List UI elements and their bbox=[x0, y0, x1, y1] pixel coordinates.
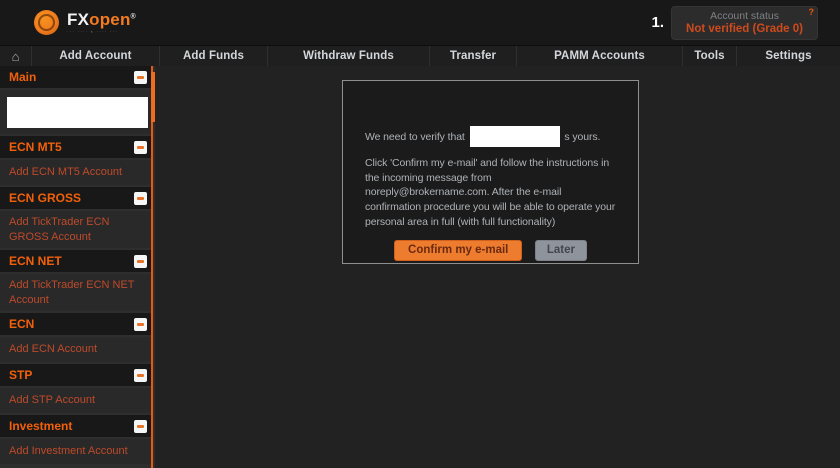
account-status-label: Account status bbox=[710, 9, 779, 22]
verify-instructions: Click 'Confirm my e-mail' and follow the… bbox=[365, 157, 616, 228]
later-button[interactable]: Later bbox=[534, 240, 587, 262]
fxopen-logo[interactable]: FXopen® ··· ···· ▪ ···· ··· bbox=[34, 10, 136, 35]
email-verification-dialog: We need to verify that s yours. Click 'C… bbox=[342, 80, 639, 264]
nav-withdraw-funds[interactable]: Withdraw Funds bbox=[268, 46, 430, 66]
collapse-minus-icon[interactable] bbox=[134, 419, 147, 433]
sidebar-item-add-ticktrader-ecn-gross[interactable]: Add TickTrader ECN GROSS Account bbox=[0, 211, 153, 248]
collapse-minus-icon[interactable] bbox=[134, 191, 147, 205]
nav-pamm-accounts[interactable]: PAMM Accounts bbox=[517, 46, 683, 66]
section-label: ECN bbox=[9, 317, 35, 331]
logo-tagline: ··· ···· ▪ ···· ··· bbox=[67, 29, 119, 34]
main-navbar: ⌂ Add Account Add Funds Withdraw Funds T… bbox=[0, 45, 840, 66]
sidebar-section-ecn[interactable]: ECN bbox=[0, 313, 153, 335]
sidebar-item-add-ecn[interactable]: Add ECN Account bbox=[0, 337, 153, 362]
section-label: Investment bbox=[9, 419, 73, 433]
confirm-email-button[interactable]: Confirm my e-mail bbox=[394, 240, 523, 262]
help-icon[interactable]: ? bbox=[809, 7, 815, 17]
verify-line: We need to verify that s yours. bbox=[365, 126, 616, 147]
sidebar-section-main[interactable]: Main bbox=[0, 66, 153, 88]
account-status-box[interactable]: Account status Not verified (Grade 0) ? bbox=[671, 5, 818, 40]
sidebar-section-ecn-mt5[interactable]: ECN MT5 bbox=[0, 136, 153, 158]
redacted-email bbox=[469, 126, 560, 147]
logo-text: FXopen® ··· ···· ▪ ···· ··· bbox=[67, 11, 136, 34]
nav-add-account[interactable]: Add Account bbox=[32, 46, 160, 66]
verify-line-before: We need to verify that bbox=[365, 131, 465, 143]
home-icon[interactable]: ⌂ bbox=[0, 46, 32, 66]
redacted-account-info bbox=[7, 96, 148, 128]
top-header: FXopen® ··· ···· ▪ ···· ··· 1. Account s… bbox=[0, 0, 840, 45]
nav-settings[interactable]: Settings bbox=[737, 46, 840, 66]
nav-transfer[interactable]: Transfer bbox=[430, 46, 517, 66]
fxopen-dragon-icon bbox=[34, 10, 59, 35]
sidebar-section-stp[interactable]: STP bbox=[0, 364, 153, 386]
nav-tools[interactable]: Tools bbox=[683, 46, 737, 66]
sidebar-item-add-ticktrader-ecn-net[interactable]: Add TickTrader ECN NET Account bbox=[0, 274, 153, 311]
sidebar-item-add-stp[interactable]: Add STP Account bbox=[0, 388, 153, 413]
collapse-minus-icon[interactable] bbox=[134, 254, 147, 268]
verify-line-after: s yours. bbox=[564, 131, 601, 143]
sidebar-item-redacted[interactable] bbox=[0, 90, 153, 134]
section-label: ECN MT5 bbox=[9, 140, 62, 154]
sidebar-item-add-ecn-mt5[interactable]: Add ECN MT5 Account bbox=[0, 160, 153, 185]
logo-open: open bbox=[89, 10, 131, 29]
step-number: 1. bbox=[651, 14, 665, 31]
logo-fx: FX bbox=[67, 10, 90, 29]
sidebar-section-ecn-gross[interactable]: ECN GROSS bbox=[0, 187, 153, 209]
sidebar: Main ECN MT5 Add ECN MT5 Account ECN GRO… bbox=[0, 66, 163, 468]
collapse-minus-icon[interactable] bbox=[134, 317, 147, 331]
collapse-minus-icon[interactable] bbox=[134, 368, 147, 382]
account-status-value: Not verified (Grade 0) bbox=[686, 22, 803, 35]
sidebar-section-investment[interactable]: Investment bbox=[0, 415, 153, 437]
collapse-minus-icon[interactable] bbox=[134, 140, 147, 154]
dialog-buttons: Confirm my e-mail Later bbox=[365, 240, 616, 262]
section-label: STP bbox=[9, 368, 33, 382]
registered-mark: ® bbox=[130, 13, 136, 21]
fxopen-client-area: FXopen® ··· ···· ▪ ···· ··· 1. Account s… bbox=[0, 0, 840, 468]
section-label: ECN GROSS bbox=[9, 191, 82, 205]
sidebar-item-add-investment[interactable]: Add Investment Account bbox=[0, 439, 153, 464]
collapse-minus-icon[interactable] bbox=[134, 70, 147, 84]
nav-add-funds[interactable]: Add Funds bbox=[160, 46, 268, 66]
section-label: ECN NET bbox=[9, 254, 62, 268]
sidebar-edge-line bbox=[151, 66, 153, 468]
section-label: Main bbox=[9, 70, 37, 84]
sidebar-section-ecn-net[interactable]: ECN NET bbox=[0, 250, 153, 272]
main-content: We need to verify that s yours. Click 'C… bbox=[155, 66, 840, 468]
